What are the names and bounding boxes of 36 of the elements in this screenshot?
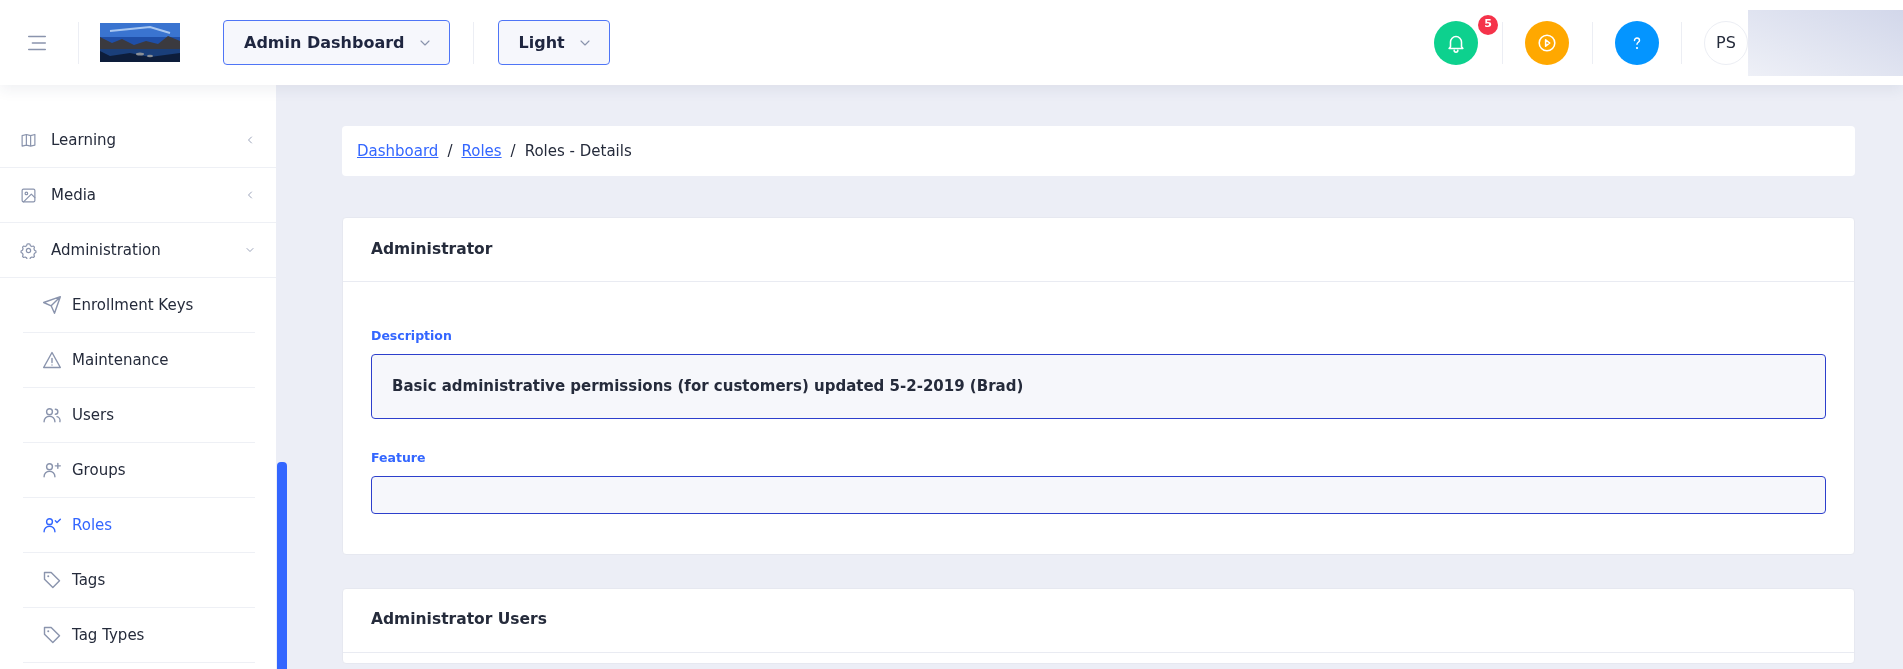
- card-title: Administrator: [371, 238, 493, 260]
- notifications-button[interactable]: [1434, 20, 1478, 65]
- sidebar-item[interactable]: Enrollment Keys: [23, 278, 255, 333]
- breadcrumb-separator: /: [510, 140, 516, 162]
- user-avatar[interactable]: PS: [1704, 20, 1748, 65]
- user-check-icon: [42, 515, 62, 535]
- send-icon: [42, 295, 62, 315]
- breadcrumb-link[interactable]: Roles: [461, 139, 502, 163]
- description-field[interactable]: Basic administrative permissions (for customers) updated 5-2-2019 (Brad): [371, 353, 1826, 419]
- notification-count: 5: [1478, 14, 1498, 35]
- card-title: Administrator Users: [371, 609, 547, 631]
- user-plus-icon: [42, 460, 62, 480]
- theme-select[interactable]: Light: [497, 20, 610, 65]
- users-icon: [42, 405, 62, 425]
- book-icon: [20, 131, 37, 149]
- help-button[interactable]: [1615, 20, 1659, 65]
- breadcrumb-separator: /: [447, 140, 453, 162]
- tag-icon: [42, 625, 62, 645]
- breadcrumb-link[interactable]: Dashboard: [357, 139, 439, 163]
- sidebar-item[interactable]: Tag Types: [23, 608, 255, 663]
- breadcrumb-current: Roles - Details: [524, 140, 632, 162]
- sidebar-item[interactable]: Roles: [23, 498, 255, 553]
- sidebar-item[interactable]: Users: [23, 388, 255, 443]
- gear-icon: [20, 241, 37, 259]
- scrollbar-thumb[interactable]: [277, 462, 287, 669]
- field-label: Feature: [371, 448, 427, 467]
- dashboard-select[interactable]: Admin Dashboard: [223, 20, 450, 65]
- warning-icon: [42, 350, 62, 370]
- play-button[interactable]: [1525, 20, 1569, 65]
- sidebar-item[interactable]: Maintenance: [23, 333, 255, 388]
- field-label: Description: [371, 327, 453, 345]
- image-icon: [20, 186, 37, 204]
- feature-field[interactable]: [371, 475, 1826, 514]
- sidebar-item[interactable]: Groups: [23, 443, 255, 498]
- tag-icon: [42, 570, 62, 590]
- sidebar-item[interactable]: Tags: [23, 553, 255, 608]
